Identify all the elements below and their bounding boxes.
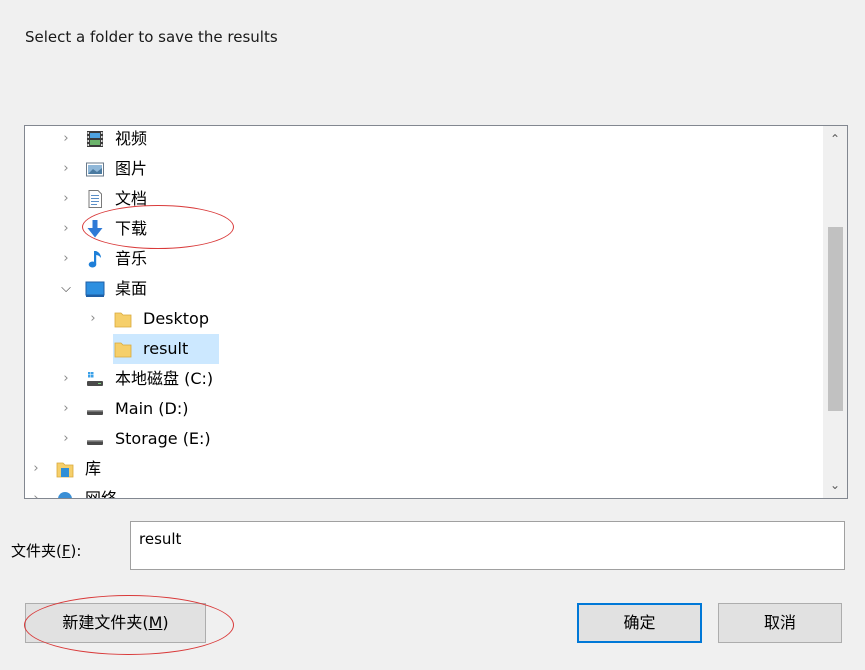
documents-icon xyxy=(88,190,102,208)
tree-item-label: Main (D:) xyxy=(115,399,189,418)
chevron-right-icon[interactable]: › xyxy=(59,154,73,184)
chevron-right-icon[interactable]: › xyxy=(59,184,73,214)
scroll-thumb[interactable] xyxy=(828,227,843,411)
folder-icon xyxy=(114,342,132,358)
dialog-prompt: Select a folder to save the results xyxy=(25,28,278,46)
tree-item-label: 桌面 xyxy=(115,279,148,298)
chevron-down-icon[interactable]: ⌵ xyxy=(59,274,73,304)
folder-name-input[interactable]: result xyxy=(130,521,845,570)
downloads-icon xyxy=(87,220,103,238)
chevron-right-icon[interactable]: › xyxy=(59,364,73,394)
chevron-right-icon[interactable]: › xyxy=(59,244,73,274)
folder-browser-dialog: Select a folder to save the results › 视频… xyxy=(0,0,865,670)
chevron-right-icon[interactable]: › xyxy=(29,484,43,498)
tree-item-label: 图片 xyxy=(115,159,148,178)
tree-item-label: Desktop xyxy=(143,309,209,328)
tree-item-label: 本地磁盘 (C:) xyxy=(115,369,214,388)
music-icon xyxy=(88,251,101,268)
chevron-right-icon[interactable]: › xyxy=(86,304,100,334)
drive-icon xyxy=(87,440,103,445)
folder-field-label: 文件夹(F): xyxy=(11,542,82,560)
tree-item-label: 音乐 xyxy=(115,249,148,268)
tree-item-label: Storage (E:) xyxy=(115,429,211,448)
chevron-right-icon[interactable]: › xyxy=(59,214,73,244)
chevron-right-icon[interactable]: › xyxy=(29,454,43,484)
tree-item-label: 视频 xyxy=(115,129,148,148)
ok-button[interactable]: 确定 xyxy=(577,603,702,643)
cancel-button[interactable]: 取消 xyxy=(718,603,842,643)
videos-icon xyxy=(87,131,103,147)
chevron-right-icon[interactable]: › xyxy=(59,126,73,154)
tree-item-label: 库 xyxy=(85,459,102,478)
scroll-down-icon[interactable]: ⌄ xyxy=(823,474,847,496)
network-icon xyxy=(58,492,72,498)
desktop-icon xyxy=(85,281,105,297)
drive-icon xyxy=(87,410,103,415)
new-folder-button[interactable]: 新建文件夹(M) xyxy=(25,603,206,643)
folder-icon xyxy=(114,312,132,328)
chevron-right-icon[interactable]: › xyxy=(59,394,73,424)
pictures-icon xyxy=(86,162,104,177)
tree-item-label: result xyxy=(143,339,189,358)
scroll-up-icon[interactable]: ⌃ xyxy=(823,128,847,150)
tree-item-label: 下载 xyxy=(115,219,148,238)
chevron-right-icon[interactable]: › xyxy=(59,424,73,454)
system-drive-icon xyxy=(87,372,103,386)
folder-tree[interactable]: › 视频 › 图片 › 文档 › 下载 › 音乐 ⌵ 桌面 › Desktop … xyxy=(24,125,848,499)
vertical-scrollbar[interactable]: ⌃ ⌄ xyxy=(823,126,847,498)
library-icon xyxy=(56,462,74,478)
tree-item-label: 网络 xyxy=(85,489,118,499)
tree-item-label: 文档 xyxy=(115,189,148,208)
